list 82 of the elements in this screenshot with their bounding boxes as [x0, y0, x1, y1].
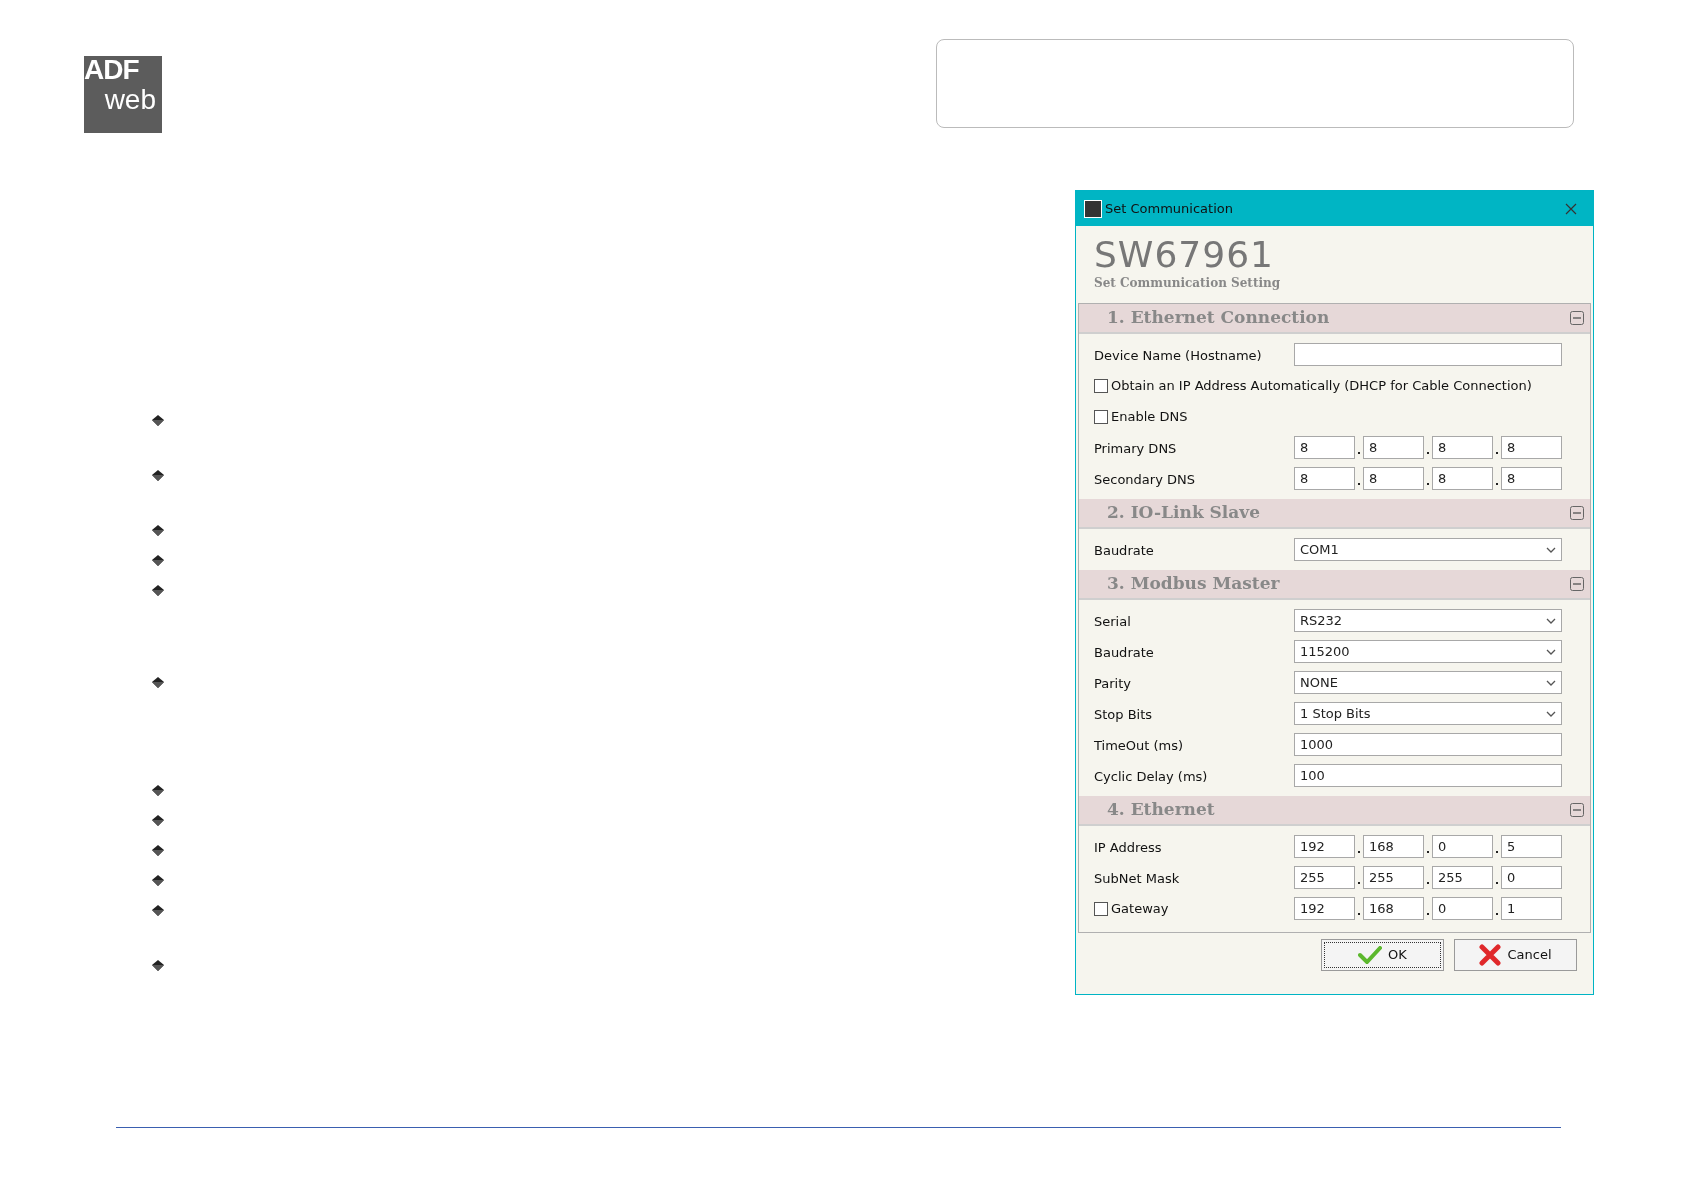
chevron-down-icon [1546, 710, 1556, 717]
field-label: Parity [1094, 675, 1131, 691]
chevron-down-icon [1546, 679, 1556, 686]
field-label: Secondary DNS [1094, 471, 1195, 487]
ok-button[interactable]: OK [1321, 939, 1444, 971]
field-label: Enable DNS [1111, 407, 1188, 426]
input-field[interactable]: 255 [1363, 866, 1424, 889]
input-field[interactable]: 0 [1432, 835, 1493, 858]
bullet-icon [152, 785, 164, 796]
field-label: TimeOut (ms) [1094, 737, 1184, 753]
input-field[interactable]: 192 [1294, 835, 1355, 858]
cancel-button[interactable]: Cancel [1454, 939, 1577, 971]
chevron-down-icon [1546, 617, 1556, 624]
field-label: Baudrate [1094, 644, 1154, 660]
bullet-icon [152, 845, 164, 856]
section-title: 2. IO-Link Slave [1107, 501, 1261, 525]
field-label: Baudrate [1094, 542, 1154, 558]
input-field[interactable]: 8 [1294, 467, 1355, 490]
input-field[interactable]: 0 [1501, 866, 1562, 889]
checkbox[interactable] [1094, 378, 1108, 393]
field-label: IP Address [1094, 839, 1162, 855]
bullet-icon [152, 525, 164, 536]
section-title: 3. Modbus Master [1107, 572, 1280, 596]
chevron-down-icon [1546, 648, 1556, 655]
input-field[interactable]: 5 [1501, 835, 1562, 858]
input-field[interactable]: 1000 [1294, 733, 1562, 756]
input-field[interactable]: 8 [1363, 467, 1424, 490]
close-icon[interactable] [1565, 202, 1577, 215]
logo-text: ADF [84, 56, 139, 84]
bullet-icon [152, 555, 164, 566]
input-field[interactable]: 168 [1363, 835, 1424, 858]
collapse-icon[interactable] [1570, 577, 1584, 591]
field-label: SubNet Mask [1094, 870, 1180, 886]
section-title: 4. Ethernet [1107, 798, 1215, 822]
input-field[interactable]: 1 [1501, 897, 1562, 920]
window-title: Set Communication [1105, 199, 1233, 218]
cross-icon [1479, 944, 1502, 966]
subtitle: Set Communication Setting [1094, 275, 1282, 292]
input-field[interactable]: 100 [1294, 764, 1562, 787]
bullet-icon [152, 815, 164, 826]
bullet-icon [152, 585, 164, 596]
collapse-icon[interactable] [1570, 506, 1584, 520]
input-field[interactable]: 192 [1294, 897, 1355, 920]
input-field[interactable]: 8 [1294, 436, 1355, 459]
checkbox[interactable] [1094, 901, 1108, 916]
input-field[interactable] [1294, 343, 1562, 366]
collapse-icon[interactable] [1570, 311, 1584, 325]
input-field[interactable]: 8 [1363, 436, 1424, 459]
dropdown[interactable]: COM1 [1294, 538, 1562, 561]
bullet-icon [152, 470, 164, 481]
field-label: Primary DNS [1094, 440, 1177, 456]
logo-text: web [104, 86, 156, 114]
dropdown[interactable]: 115200 [1294, 640, 1562, 663]
dropdown[interactable]: NONE [1294, 671, 1562, 694]
input-field[interactable]: 8 [1501, 436, 1562, 459]
app-icon [1084, 199, 1102, 218]
dropdown[interactable]: 1 Stop Bits [1294, 702, 1562, 725]
field-label: Stop Bits [1094, 706, 1153, 722]
input-field[interactable]: 8 [1501, 467, 1562, 490]
field-label: Cyclic Delay (ms) [1094, 768, 1208, 784]
collapse-icon[interactable] [1570, 803, 1584, 817]
input-field[interactable]: 255 [1294, 866, 1355, 889]
input-field[interactable]: 8 [1432, 436, 1493, 459]
bullet-icon [152, 960, 164, 971]
bullet-icon [152, 875, 164, 886]
checkbox[interactable] [1094, 409, 1108, 424]
product-code: SW67961 [1094, 236, 1275, 274]
input-field[interactable]: 8 [1432, 467, 1493, 490]
bullet-icon [152, 905, 164, 916]
input-field[interactable]: 168 [1363, 897, 1424, 920]
section-title: 1. Ethernet Connection [1107, 306, 1330, 330]
field-label: Gateway [1111, 899, 1169, 918]
input-field[interactable]: 0 [1432, 897, 1493, 920]
dropdown[interactable]: RS232 [1294, 609, 1562, 632]
field-label: Obtain an IP Address Automatically (DHCP for Cable Connection) [1111, 376, 1532, 395]
bullet-icon [152, 677, 164, 688]
bullet-icon [152, 415, 164, 426]
checkmark-icon [1358, 946, 1383, 964]
field-label: Serial [1094, 613, 1131, 629]
input-field[interactable]: 255 [1432, 866, 1493, 889]
field-label: Device Name (Hostname) [1094, 347, 1262, 363]
chevron-down-icon [1546, 546, 1556, 553]
